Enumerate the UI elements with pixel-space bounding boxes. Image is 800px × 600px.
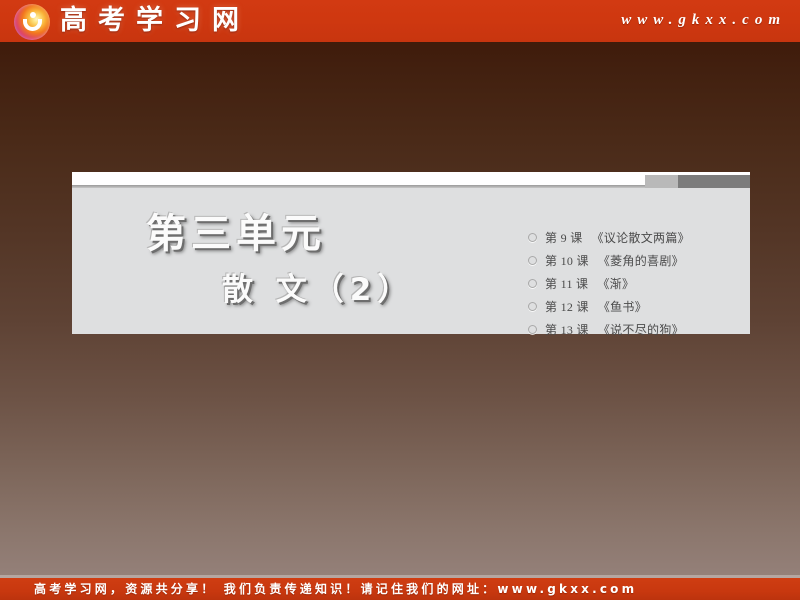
lesson-name: 《渐》 (597, 277, 635, 291)
list-item[interactable]: 第 9 课 《议论散文两篇》 (528, 226, 743, 249)
lesson-number: 第 9 课 (545, 231, 583, 245)
lesson-number: 第 13 课 (545, 323, 589, 337)
circle-bullet-icon (528, 325, 537, 334)
lesson-list: 第 9 课 《议论散文两篇》 第 10 课 《菱角的喜剧》 第 11 课 《渐》… (528, 226, 743, 341)
list-item[interactable]: 第 10 课 《菱角的喜剧》 (528, 249, 743, 272)
presentation-slide: 高考学习网 www.gkxx.com 第三单元 散 文（2） 第 9 课 《议论… (0, 0, 800, 600)
circle-bullet-icon (528, 256, 537, 265)
unit-subtitle: 散 文（2） (222, 272, 415, 308)
logo-figure-glyph (23, 12, 42, 32)
lesson-number: 第 10 课 (545, 254, 589, 268)
site-url: www.gkxx.com (621, 12, 786, 28)
lesson-number: 第 11 课 (545, 277, 589, 291)
lesson-name: 《菱角的喜剧》 (597, 254, 684, 268)
panel-body: 第三单元 散 文（2） 第 9 课 《议论散文两篇》 第 10 课 《菱角的喜剧… (72, 188, 750, 337)
lesson-number: 第 12 课 (545, 300, 589, 314)
list-item[interactable]: 第 12 课 《鱼书》 (528, 295, 743, 318)
unit-title: 第三单元 (146, 211, 326, 257)
lesson-name: 《说不尽的狗》 (597, 323, 684, 337)
circle-bullet-icon (528, 233, 537, 242)
list-item[interactable]: 第 13 课 《说不尽的狗》 (528, 318, 743, 341)
gkxx-circle-logo-icon (14, 4, 50, 40)
list-item[interactable]: 第 11 课 《渐》 (528, 272, 743, 295)
footer-bar: 高考学习网，资源共分享！ 我们负责传递知识！请记住我们的网址：www.gkxx.… (0, 578, 800, 600)
footer-text: 高考学习网，资源共分享！ 我们负责传递知识！请记住我们的网址：www.gkxx.… (34, 582, 638, 596)
header-bar: 高考学习网 www.gkxx.com (0, 0, 800, 42)
site-name: 高考学习网 (60, 5, 250, 36)
circle-bullet-icon (528, 302, 537, 311)
circle-bullet-icon (528, 279, 537, 288)
lesson-name: 《议论散文两篇》 (591, 231, 690, 245)
content-panel: 第三单元 散 文（2） 第 9 课 《议论散文两篇》 第 10 课 《菱角的喜剧… (72, 172, 750, 337)
lesson-name: 《鱼书》 (597, 300, 648, 314)
